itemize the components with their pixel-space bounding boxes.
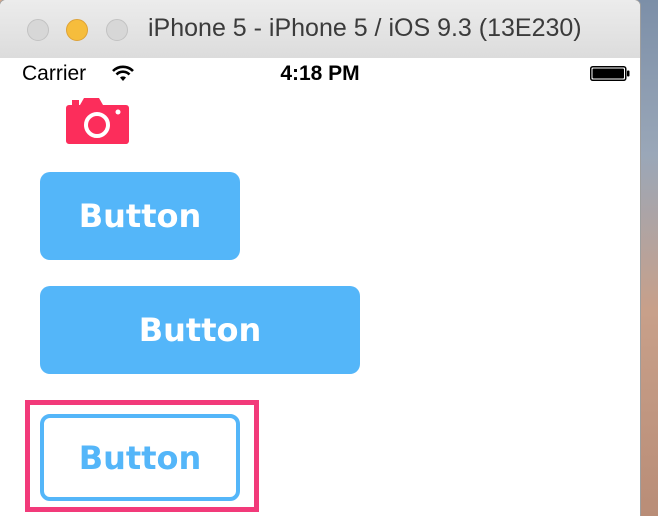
- status-time: 4:18 PM: [280, 62, 360, 85]
- simulator-window: iPhone 5 - iPhone 5 / iOS 9.3 (13E230) C…: [0, 0, 640, 516]
- desktop-background: [638, 0, 658, 516]
- button-3[interactable]: Button: [40, 414, 240, 501]
- battery-icon: [590, 66, 630, 81]
- window-title: iPhone 5 - iPhone 5 / iOS 9.3 (13E230): [148, 14, 582, 42]
- ios-status-bar: Carrier 4:18 PM: [0, 58, 640, 90]
- camera-icon: [66, 98, 129, 144]
- button-2[interactable]: Button: [40, 286, 360, 374]
- zoom-window-button[interactable]: [106, 19, 128, 41]
- title-bar[interactable]: iPhone 5 - iPhone 5 / iOS 9.3 (13E230): [0, 0, 640, 59]
- minimize-window-button[interactable]: [66, 19, 88, 41]
- button-1[interactable]: Button: [40, 172, 240, 260]
- close-window-button[interactable]: [27, 19, 49, 41]
